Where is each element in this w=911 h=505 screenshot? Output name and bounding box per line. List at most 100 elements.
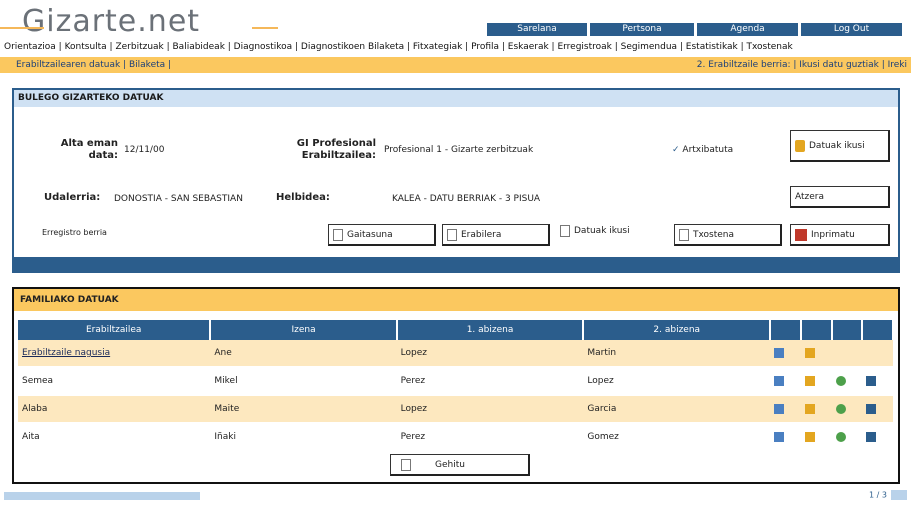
usage-label: Erabilera [461,229,502,240]
professional-label: GI Profesional Erabiltzailea: [296,138,376,161]
print-icon [795,228,807,241]
col-action4 [862,320,894,340]
filter-icon[interactable] [835,431,846,442]
context-links-left[interactable]: Erabiltzailearen datuak | Bilaketa | [16,57,171,73]
nav-logout[interactable]: Log Out [798,23,902,36]
col-name: Izena [210,320,398,340]
usage-button[interactable]: Erabilera [442,224,550,246]
cell-name: Iñaki [210,423,397,452]
table-row[interactable]: Aita Iñaki Perez Gomez [18,423,893,452]
page-indicator: 1 / 3 [869,490,887,500]
created-date-value: 12/11/00 [124,145,165,155]
file-panel-footer [14,257,898,271]
bottom-bar [4,492,200,500]
add-member-label: Gehitu [435,459,465,470]
capacity-label: Gaitasuna [347,229,393,240]
cell-surname1: Perez [396,423,584,452]
cell-surname1: Lopez [396,340,584,368]
cell-name: Maite [210,395,397,424]
town-label: Udalerria: [44,192,101,203]
cell-surname2: Martin [583,340,771,368]
nav-agenda[interactable]: Agenda [694,23,798,36]
context-bar: Erabiltzailearen datuak | Bilaketa | 2. … [0,57,911,73]
view-data-label: Datuak ikusi [574,226,630,236]
document-icon [401,458,411,471]
list-icon[interactable] [866,431,877,442]
edit-icon[interactable] [774,403,785,414]
table-row[interactable]: Erabiltzaile nagusia Ane Lopez Martin [18,340,893,368]
nav-persons[interactable]: Pertsona [587,23,694,36]
nav-home[interactable]: Sarelana [484,23,587,36]
new-record-label: Erregistro berria [42,228,107,237]
edit-icon[interactable] [774,375,785,386]
family-table: Erabiltzailea Izena 1. abizena 2. abizen… [18,320,894,452]
back-button-label: Atzera [795,191,825,202]
edit-icon[interactable] [774,431,785,442]
key-icon [795,139,805,152]
table-row[interactable]: Semea Mikel Perez Lopez [18,367,893,396]
cell-surname2: Gomez [583,423,771,452]
report-button[interactable]: Txostena [674,224,782,246]
logo: Gizarte.net [22,4,201,39]
table-row[interactable]: Alaba Maite Lopez Garcia [18,395,893,424]
cell-surname2: Garcia [583,395,771,424]
capacity-button[interactable]: Gaitasuna [328,224,436,246]
key-icon[interactable] [804,347,815,358]
document-icon [679,228,689,241]
key-icon[interactable] [804,403,815,414]
town-value: DONOSTIA - SAN SEBASTIAN [114,194,243,204]
family-data-panel: FAMILIAKO DATUAK Erabiltzailea Izena 1. … [12,287,900,484]
filter-icon[interactable] [835,403,846,414]
col-surname1: 1. abizena [396,320,585,340]
filter-icon[interactable] [835,375,846,386]
context-links-right[interactable]: 2. Erabiltzaile berria: | Ikusi datu guz… [697,57,907,73]
edit-icon[interactable] [774,347,785,358]
cell-user: Semea [18,367,211,396]
check-icon: ✓ [672,145,680,155]
history-button-label: Datuak ikusi [809,140,865,151]
cell-user: Alaba [18,395,211,424]
archive-status: ✓ Artxibatuta [672,144,733,156]
document-icon [447,228,457,241]
history-button[interactable]: Datuak ikusi [790,130,890,162]
logo-underline-right [252,27,278,29]
cell-user: Aita [18,423,211,452]
key-icon[interactable] [804,431,815,442]
new-record-button[interactable]: Erregistro berria [38,218,148,248]
cell-name: Mikel [210,367,397,396]
archive-label: Artxibatuta [682,145,734,155]
cell-user[interactable]: Erabiltzaile nagusia [18,340,211,368]
cell-surname2: Lopez [583,367,771,396]
add-member-button[interactable]: Gehitu [390,454,530,476]
family-panel-title: FAMILIAKO DATUAK [14,289,898,311]
document-icon [560,225,570,237]
col-action2 [800,320,833,340]
col-user: Erabiltzailea [18,320,212,340]
back-button[interactable]: Atzera [790,186,890,208]
list-icon[interactable] [866,403,877,414]
document-icon [333,228,343,241]
professional-value: Profesional 1 - Gizarte zerbitzuak [384,145,534,155]
logo-underline [0,27,44,29]
top-navigation: Sarelana Pertsona Agenda Log Out [484,23,902,36]
main-menu[interactable]: Orientazioa | Kontsulta | Zerbitzuak | B… [4,40,908,54]
key-icon[interactable] [804,375,815,386]
cell-surname1: Perez [396,367,584,396]
file-data-panel: BULEGO GIZARTEKO DATUAK Alta eman data: … [12,88,900,273]
report-label: Txostena [693,229,735,240]
list-icon[interactable] [866,375,877,386]
created-date-label: Alta eman data: [60,138,118,161]
print-button[interactable]: Inprimatu [790,224,890,246]
col-action1 [770,320,802,340]
file-panel-title: BULEGO GIZARTEKO DATUAK [14,90,898,107]
cell-name: Ane [210,340,397,368]
pagination[interactable]: 1 / 3 [869,490,907,500]
print-label: Inprimatu [811,229,855,240]
cell-surname1: Lopez [396,395,584,424]
address-label: Helbidea: [276,192,330,203]
address-value: KALEA - DATU BERRIAK - 3 PISUA [392,194,541,204]
next-page-box[interactable] [891,490,907,500]
col-surname2: 2. abizena [583,320,772,340]
view-data-button[interactable]: Datuak ikusi [556,220,664,242]
col-action3 [831,320,864,340]
